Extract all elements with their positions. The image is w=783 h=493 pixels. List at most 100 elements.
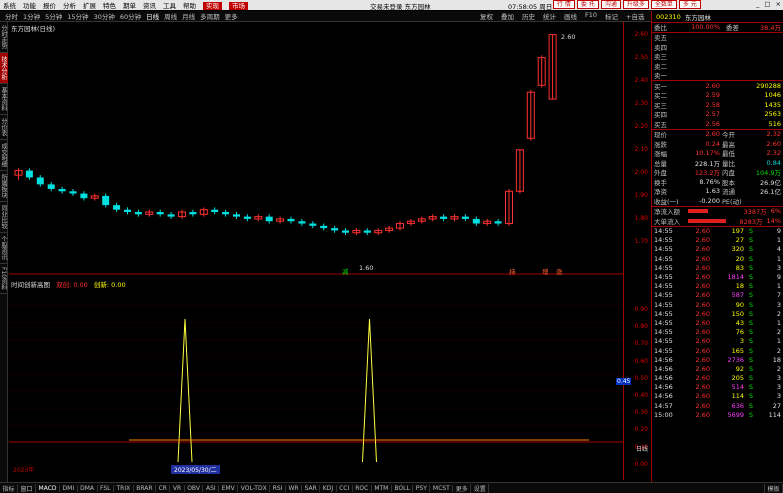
stat-value-2: 0.84 [766, 158, 781, 167]
candle-body [211, 209, 219, 213]
sell-label: 卖四 [654, 43, 667, 52]
tick-volume: 3 [739, 337, 744, 346]
price-tick: 2.60 [634, 30, 648, 38]
toolbar-button-1[interactable]: 叠加 [501, 11, 514, 21]
menu-item-2[interactable]: 报价 [43, 2, 56, 10]
menu-item-3[interactable]: 分析 [63, 2, 76, 10]
indicator-tab-16[interactable]: SAR [302, 484, 321, 492]
period-tab-3[interactable]: 15分钟 [67, 13, 88, 21]
left-tab-5[interactable]: 所属板块 [0, 171, 8, 202]
left-tab-7[interactable]: 个股资讯 [0, 233, 8, 264]
period-tab-8[interactable]: 月线 [182, 13, 195, 21]
quick-button-1[interactable]: 委 托 [576, 0, 599, 9]
period-tab-6[interactable]: 日线 [146, 13, 159, 21]
menu-item-4[interactable]: 扩展 [83, 2, 96, 10]
left-tab-2[interactable]: 基本资料 [0, 84, 8, 115]
indicator-tab-18[interactable]: CCI [337, 484, 353, 492]
indicator-tab-17[interactable]: KDJ [320, 484, 337, 492]
left-tab-1[interactable]: 技术分析 [0, 53, 8, 84]
quick-button-2[interactable]: 沟通 [600, 0, 621, 9]
left-tab-4[interactable]: 成交明细 [0, 140, 8, 171]
menu-item-1[interactable]: 功能 [23, 2, 36, 10]
minimize-icon[interactable]: _ [756, 0, 759, 8]
indicator-tab-0[interactable]: 指标 [0, 483, 19, 493]
price-tick: 2.40 [634, 76, 648, 84]
chart-canvas[interactable]: 2.60 1.60 减 持 增涨 [9, 22, 623, 480]
indicator-tab-21[interactable]: BOLL [392, 484, 414, 492]
indicator-tab-19[interactable]: ROC [353, 484, 372, 492]
menu-highlight-0[interactable]: 实现 [203, 2, 222, 10]
tick-time: 14:55 [654, 337, 673, 346]
maximize-icon[interactable]: □ [764, 0, 770, 8]
indicator-tab-3[interactable]: DMI [60, 484, 78, 492]
indicator-tab-24[interactable]: 更多 [453, 483, 472, 493]
indicator-tab-25[interactable]: 设置 [471, 483, 490, 493]
indicator-tab-12[interactable]: EMV [219, 484, 239, 492]
tick-volume: 20 [735, 254, 744, 263]
template-button[interactable]: 模板 [763, 483, 783, 493]
kline-chart[interactable]: 2.60 1.60 减 持 增涨 东方园林(日线) 时间创新高图 双创: 0.00 创新… [9, 22, 623, 480]
period-tab-1[interactable]: 1分钟 [23, 13, 40, 21]
menu-highlight-1[interactable]: 市场 [229, 2, 248, 10]
tick-side: S [748, 410, 754, 419]
indicator-tab-11[interactable]: ASI [203, 484, 220, 492]
tick-price: 2.60 [695, 263, 710, 272]
indicator-tab-5[interactable]: FSL [98, 484, 115, 492]
indicator-tab-13[interactable]: VOL-TDX [238, 484, 271, 492]
tick-list[interactable]: 14:55 2.60 197 S 9 14:55 2.60 27 S 1 14:55 2.60 320 S… [652, 227, 783, 420]
toolbar-button-4[interactable]: 画线 [564, 11, 577, 21]
toolbar-button-7[interactable]: +自选 [626, 11, 644, 21]
indicator-tab-6[interactable]: TRIX [114, 484, 134, 492]
period-tab-10[interactable]: 更多 [225, 13, 238, 21]
left-tab-0[interactable]: 分时走势 [0, 22, 8, 53]
indicator-tab-22[interactable]: PSY [413, 484, 431, 492]
indicator-tab-8[interactable]: CR [156, 484, 171, 492]
period-tab-9[interactable]: 多周期 [200, 13, 220, 21]
period-tab-4[interactable]: 30分钟 [94, 13, 115, 21]
period-tab-5[interactable]: 60分钟 [120, 13, 141, 21]
stat-label: 收益(一) [654, 197, 679, 206]
menu-item-7[interactable]: 资讯 [143, 2, 156, 10]
toolbar-button-6[interactable]: 标记 [605, 11, 618, 21]
quick-button-5[interactable]: 多 元 [678, 0, 701, 9]
tick-time: 14:56 [654, 383, 673, 392]
indicator-tab-15[interactable]: WR [286, 484, 303, 492]
quick-button-0[interactable]: 行 情 [553, 0, 575, 9]
indicator-tab-7[interactable]: BRAR [134, 484, 157, 492]
candle-body [298, 221, 306, 224]
left-tab-6[interactable]: 同业比较 [0, 202, 8, 233]
toolbar-button-5[interactable]: F10 [585, 11, 597, 21]
indicator-tab-10[interactable]: OBV [185, 484, 204, 492]
indicator-tab-1[interactable]: 窗口 [18, 483, 37, 493]
period-tab-7[interactable]: 周线 [164, 13, 177, 21]
quick-button-4[interactable]: 全数单 [650, 0, 677, 9]
indicator-tab-9[interactable]: VR [170, 484, 185, 492]
indicator-tab-2[interactable]: MACD [36, 484, 61, 492]
tick-side: S [748, 392, 754, 401]
sell-orders: 卖五 卖四 卖三 卖二 卖一 [652, 33, 783, 81]
toolbar-button-0[interactable]: 复权 [480, 11, 493, 21]
title-bar: 系统 功能 报价 分析 扩展 特色 期单 资讯 工具 帮助 实现 市场 交易未登录 东方园林 07:5… [0, 0, 783, 11]
menu-item-8[interactable]: 工具 [163, 2, 176, 10]
menu-item-9[interactable]: 帮助 [183, 2, 196, 10]
quick-button-3[interactable]: 升级多 [622, 0, 649, 9]
indicator-tab-4[interactable]: DMA [78, 484, 98, 492]
left-tab-3[interactable]: 分价表 [0, 115, 8, 140]
menu-item-6[interactable]: 期单 [123, 2, 136, 10]
candle-body [113, 205, 121, 210]
menu-item-0[interactable]: 系统 [3, 2, 16, 10]
indicator-tab-20[interactable]: MTM [372, 484, 392, 492]
menu-item-5[interactable]: 特色 [103, 2, 116, 10]
indicator-tab-23[interactable]: MCST [430, 484, 454, 492]
toolbar-button-3[interactable]: 统计 [543, 11, 556, 21]
period-tab-2[interactable]: 5分钟 [45, 13, 62, 21]
period-tab-0[interactable]: 分时 [5, 13, 18, 21]
indicator-tab-14[interactable]: RSI [270, 484, 286, 492]
candle-body [25, 170, 33, 178]
left-tab-8[interactable]: F10资料 [0, 264, 8, 295]
stat-label-2: 最高 [722, 140, 735, 149]
close-icon[interactable]: × [776, 0, 781, 8]
toolbar-button-2[interactable]: 历史 [522, 11, 535, 21]
tick-price: 2.60 [695, 245, 710, 254]
stock-stats: 现价 2.60 今开 2.32 涨跌 0.24 最高 2.60 涨幅 10.17% 最低 2.32 总量… [652, 130, 783, 207]
